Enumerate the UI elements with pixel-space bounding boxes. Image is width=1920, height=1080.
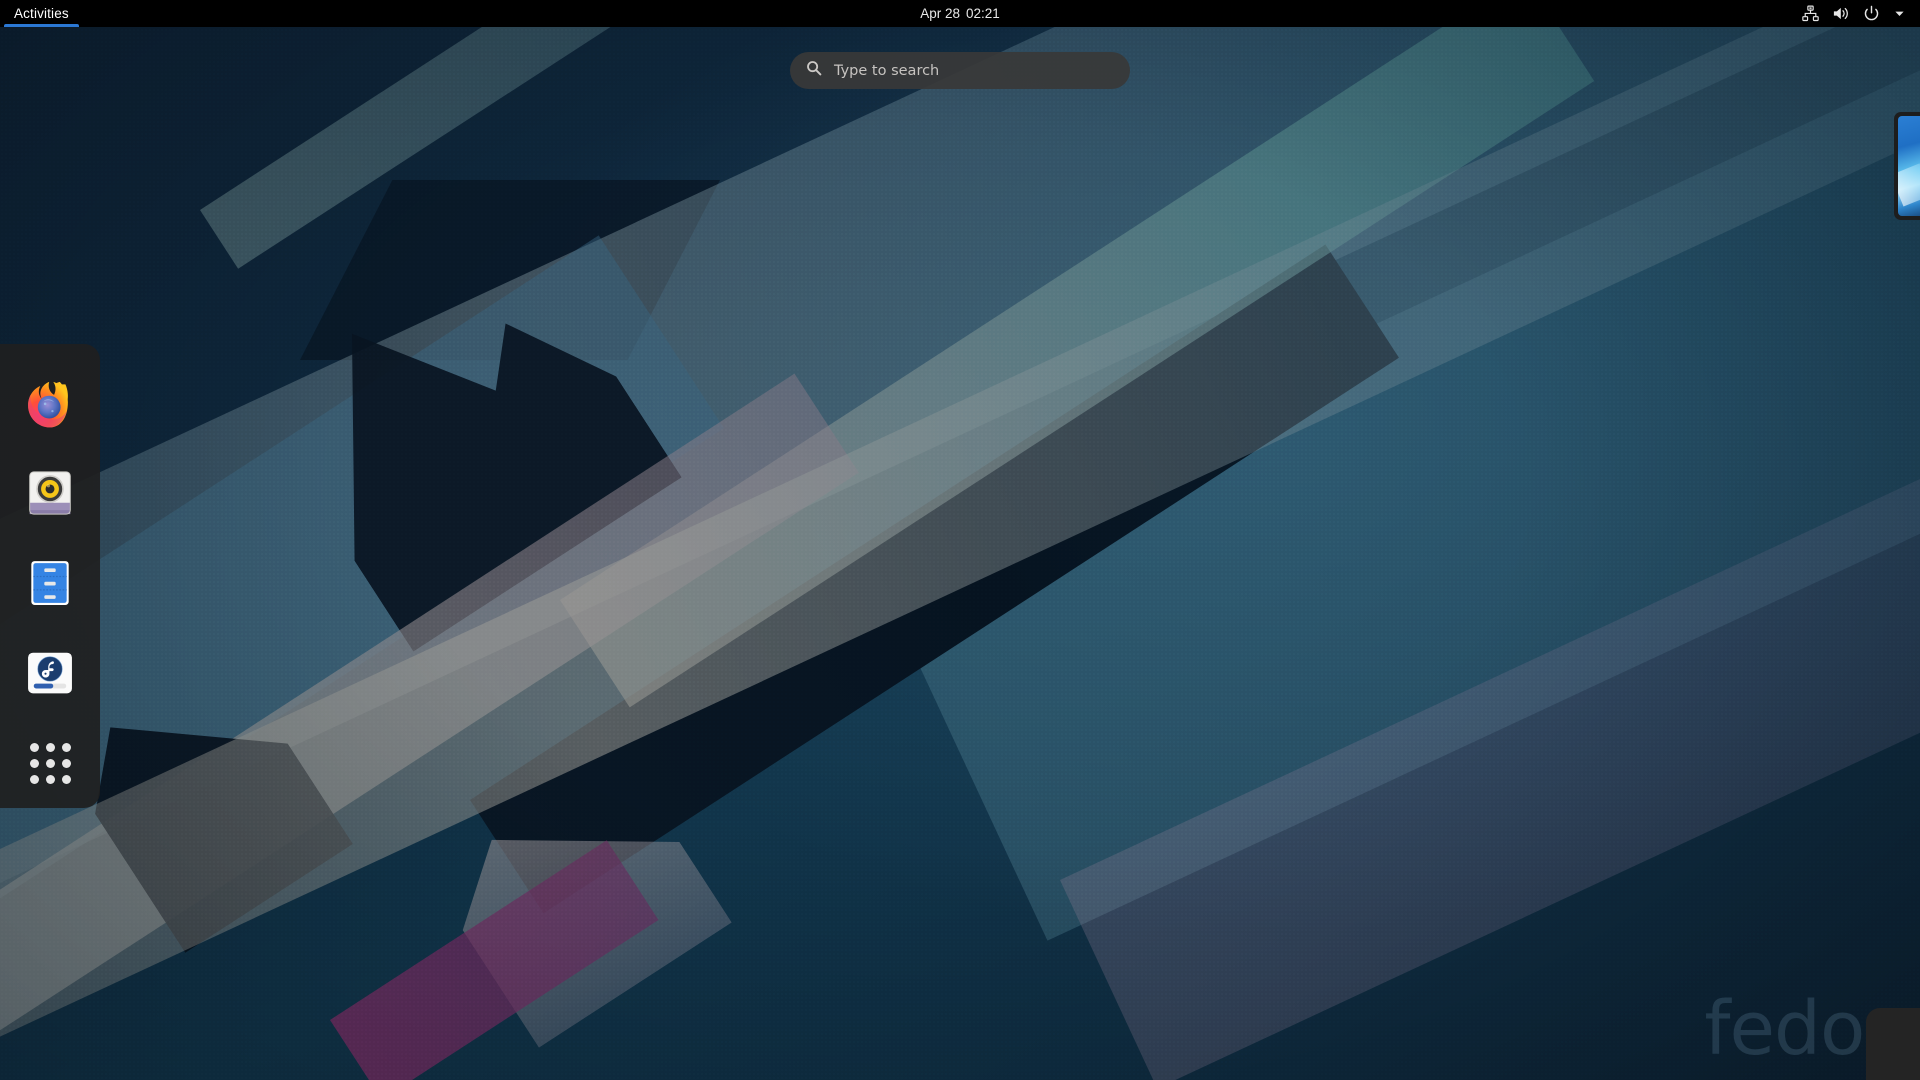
system-status-menu[interactable] [1796,0,1912,27]
dock-item-fedora-media-writer[interactable] [13,628,87,718]
network-wired-icon[interactable] [1802,5,1819,22]
dock-item-show-applications[interactable] [13,718,87,808]
chevron-down-icon[interactable] [1893,7,1906,20]
firefox-icon [24,377,76,429]
dock-item-firefox[interactable] [13,358,87,448]
desktop-background: fedora [0,0,1920,1080]
dash-dock [0,344,100,808]
activities-button[interactable]: Activities [0,0,83,27]
bottom-right-panel[interactable] [1866,1008,1920,1080]
clock-button[interactable]: Apr 28 02:21 [912,0,1008,27]
activities-label: Activities [14,0,69,27]
file-cabinet-icon [24,557,76,609]
top-bar: Activities Apr 28 02:21 [0,0,1920,27]
search-icon [806,60,822,81]
overview-dim-overlay [0,0,1920,1080]
clock-date: Apr 28 [920,0,960,27]
clock-time: 02:21 [966,0,1000,27]
search-entry[interactable]: Type to search [790,52,1130,89]
volume-icon[interactable] [1832,5,1850,22]
dock-item-files[interactable] [13,538,87,628]
music-player-icon [24,467,76,519]
workspace-thumbnail-preview [1898,116,1920,216]
fedora-icon [24,647,76,699]
dock-item-rhythmbox[interactable] [13,448,87,538]
app-grid-icon [27,740,73,786]
search-placeholder: Type to search [834,63,939,79]
workspace-thumbnail[interactable] [1894,112,1920,220]
activities-active-indicator [4,24,79,27]
power-icon[interactable] [1863,5,1880,22]
